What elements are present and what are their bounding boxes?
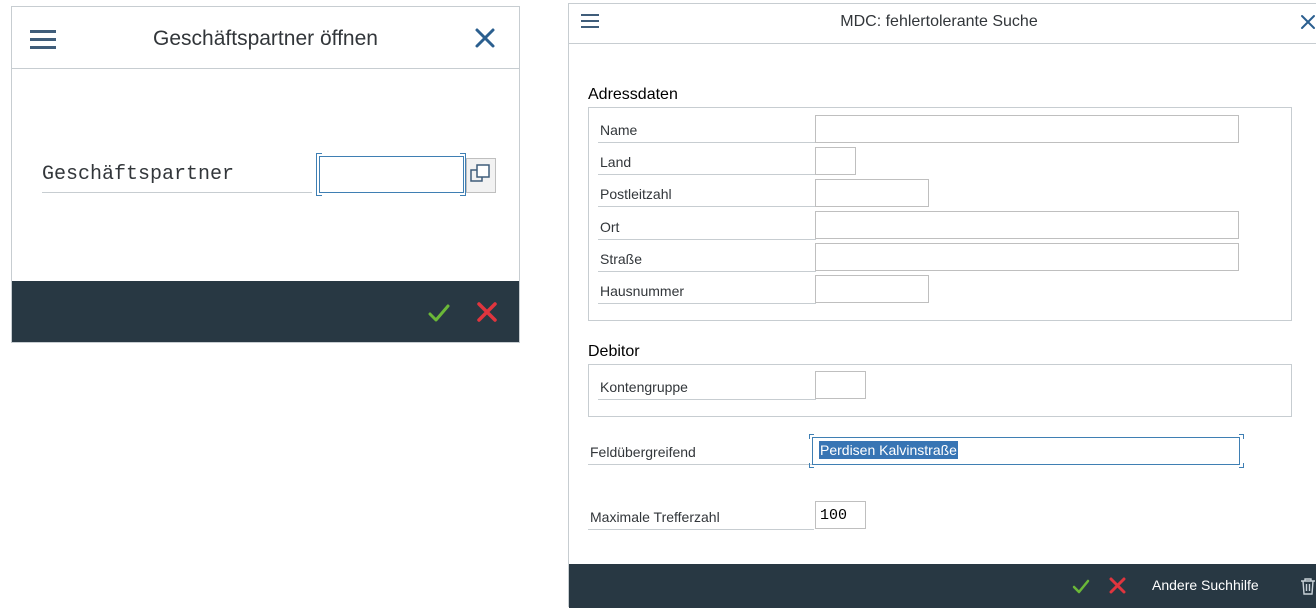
other-search-help-button[interactable]: Andere Suchhilfe [1152, 577, 1259, 593]
label-house-number: Hausnummer [598, 277, 816, 304]
label-country: Land [598, 148, 816, 175]
trash-icon[interactable] [1300, 577, 1316, 595]
cancel-icon[interactable] [1109, 577, 1126, 594]
value-help-icon[interactable] [466, 158, 496, 193]
menu-icon[interactable] [581, 14, 599, 29]
dialog-titlebar: MDC: fehlertolerante Suche [569, 4, 1316, 44]
close-icon[interactable] [1300, 14, 1316, 30]
open-business-partner-dialog: Geschäftspartner öffnen Geschäftspartner [11, 6, 520, 343]
group-title-address: Adressdaten [588, 86, 678, 103]
label-city: Ort [598, 213, 816, 240]
label-street: Straße [598, 245, 816, 272]
close-icon[interactable] [474, 27, 496, 49]
focus-corner [809, 434, 814, 439]
ok-icon[interactable] [1072, 578, 1090, 595]
label-cross-field: Feldübergreifend [588, 438, 814, 465]
cross-field-value: Perdisen Kalvinstraße [819, 441, 958, 459]
dialog-title: MDC: fehlertolerante Suche [840, 13, 1038, 30]
focus-corner [809, 463, 814, 468]
label-max-hits: Maximale Trefferzahl [588, 503, 814, 530]
business-partner-label: Geschäftspartner [42, 153, 312, 193]
country-input[interactable] [815, 147, 856, 175]
focus-corner [1239, 463, 1244, 468]
focus-corner [1239, 434, 1244, 439]
dialog-footer: Andere Suchhilfe [569, 564, 1316, 608]
dialog-footer [12, 281, 519, 342]
cross-field-input[interactable]: Perdisen Kalvinstraße [812, 437, 1240, 465]
dialog-title: Geschäftspartner öffnen [153, 27, 378, 50]
max-hits-input[interactable] [815, 501, 866, 529]
name-input[interactable] [815, 115, 1239, 143]
ok-icon[interactable] [428, 303, 450, 323]
city-input[interactable] [815, 211, 1239, 239]
house-number-input[interactable] [815, 275, 929, 303]
street-input[interactable] [815, 243, 1239, 271]
business-partner-input[interactable] [319, 156, 464, 193]
dialog-titlebar: Geschäftspartner öffnen [12, 7, 519, 69]
cancel-icon[interactable] [476, 301, 498, 323]
label-name: Name [598, 116, 816, 143]
label-postal-code: Postleitzahl [598, 180, 816, 207]
menu-icon[interactable] [30, 29, 56, 49]
mdc-fuzzy-search-dialog: MDC: fehlertolerante Suche Adressdaten N… [568, 3, 1316, 608]
group-title-debitor: Debitor [588, 343, 640, 360]
account-group-input[interactable] [815, 371, 866, 399]
postal-code-input[interactable] [815, 179, 929, 207]
label-account-group: Kontengruppe [598, 373, 816, 400]
